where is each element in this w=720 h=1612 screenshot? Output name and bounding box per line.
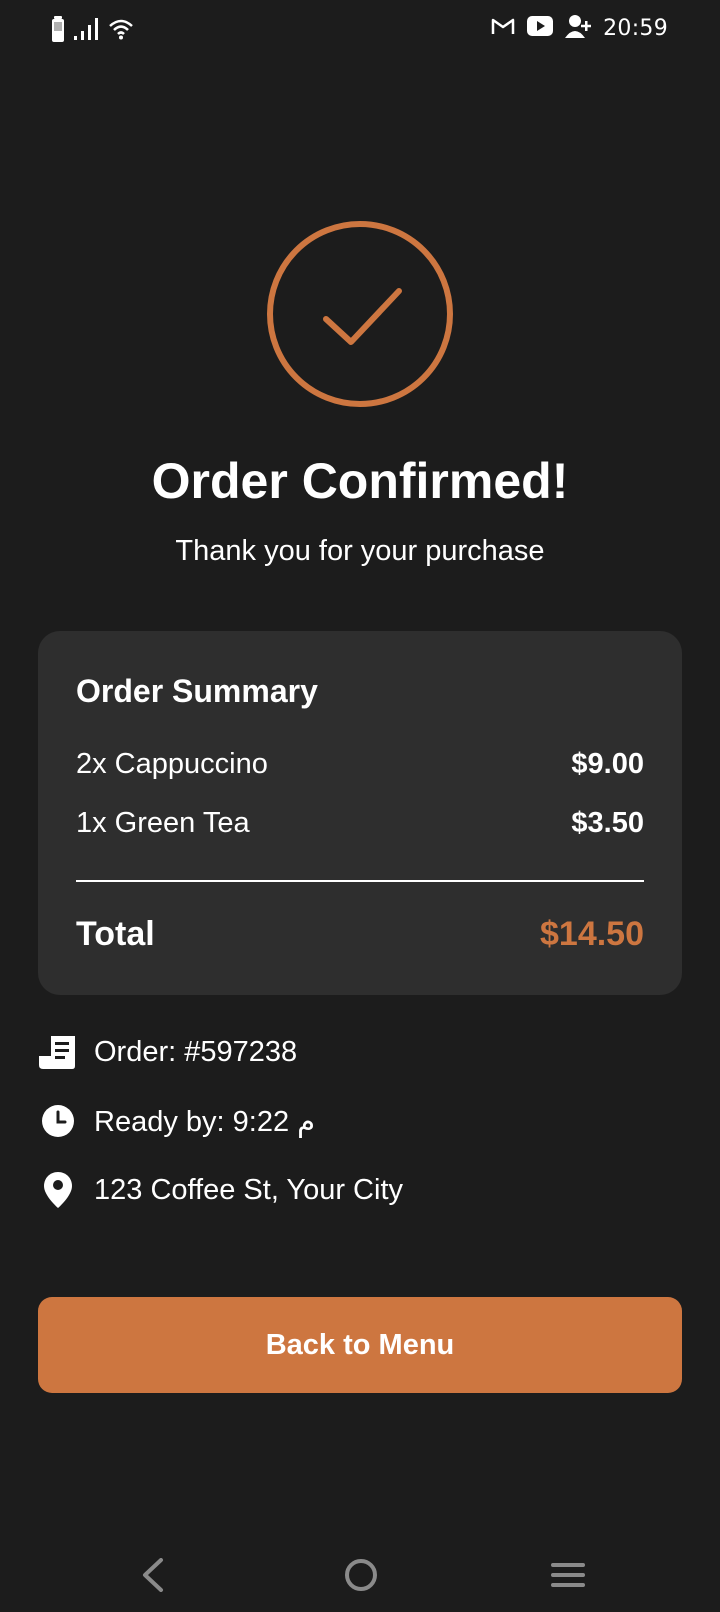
menu-nav-button[interactable]	[543, 1552, 593, 1602]
total-value: $14.50	[540, 915, 644, 953]
order-number-row: Order: #597238	[38, 1032, 297, 1072]
status-bar-left	[52, 16, 134, 47]
back-to-menu-button[interactable]: Back to Menu	[38, 1297, 682, 1393]
status-bar-right: 20:59	[491, 14, 668, 43]
ready-time-text: Ready by: 9:22 م	[94, 1105, 316, 1138]
location-row: 123 Coffee St, Your City	[38, 1170, 403, 1210]
order-number-text: Order: #597238	[94, 1035, 298, 1068]
home-icon	[344, 1558, 378, 1597]
clock-icon	[38, 1101, 78, 1141]
receipt-icon	[38, 1032, 78, 1072]
confirmation-subtitle: Thank you for your purchase	[175, 535, 545, 567]
back-icon	[141, 1557, 165, 1597]
order-summary-card: Order Summary 2x Cappuccino $9.00 1x Gre…	[38, 631, 682, 995]
gmail-icon	[491, 17, 515, 40]
home-nav-button[interactable]	[336, 1552, 386, 1602]
total-label: Total	[76, 915, 155, 953]
battery-icon	[52, 16, 64, 47]
signal-icon	[74, 18, 98, 45]
wifi-icon	[108, 18, 134, 45]
menu-icon	[551, 1561, 585, 1594]
order-item-label: 2x Cappuccino	[76, 748, 268, 780]
back-to-menu-label: Back to Menu	[265, 1328, 455, 1361]
account-add-icon	[565, 14, 592, 43]
status-time: 20:59	[603, 16, 668, 41]
order-item: 1x Green Tea $3.50	[76, 807, 644, 840]
total-row: Total $14.50	[76, 915, 644, 954]
back-nav-button[interactable]	[128, 1552, 178, 1602]
order-item-label: 1x Green Tea	[76, 807, 250, 839]
ready-time-row: Ready by: 9:22 م	[38, 1101, 315, 1141]
location-text: 123 Coffee St, Your City	[94, 1173, 404, 1206]
order-summary-title: Order Summary	[76, 673, 318, 709]
youtube-icon	[527, 16, 554, 41]
navigation-bar	[0, 1540, 720, 1612]
order-item: 2x Cappuccino $9.00	[76, 748, 644, 781]
summary-divider	[76, 880, 644, 882]
check-circle-icon	[264, 218, 456, 410]
order-item-price: $9.00	[571, 748, 644, 780]
status-bar: 20:59	[0, 0, 720, 62]
confirmation-title: Order Confirmed!	[151, 453, 569, 509]
order-item-price: $3.50	[571, 807, 644, 839]
location-pin-icon	[38, 1170, 78, 1210]
